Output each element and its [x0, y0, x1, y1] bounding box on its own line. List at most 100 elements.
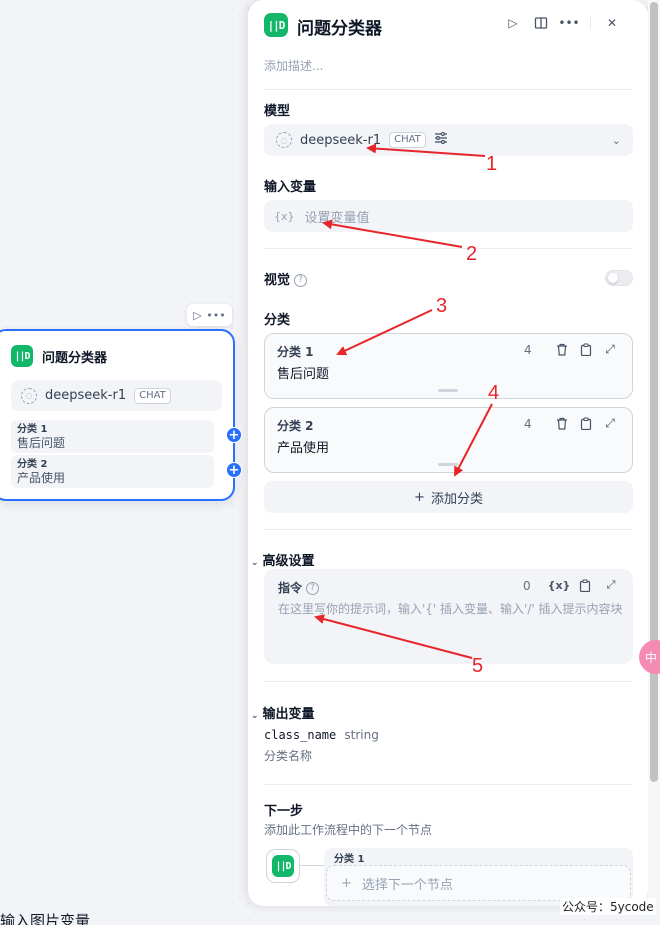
output-vars-toggle[interactable]: ⌄ 输出变量 [251, 703, 315, 722]
advanced-label: 高级设置 [262, 554, 315, 569]
divider [264, 89, 633, 90]
plus-icon: + [414, 489, 425, 505]
copy-icon[interactable] [577, 578, 593, 592]
expand-icon[interactable]: ⤢ [603, 578, 619, 592]
model-label: 模型 [264, 104, 291, 119]
node-class-name: 分类 2 [17, 459, 48, 470]
annotation-number: 3 [436, 295, 448, 317]
divider [264, 784, 633, 785]
add-class-button[interactable]: + 添加分类 [264, 481, 633, 513]
node-class-name: 分类 1 [17, 424, 48, 435]
divider [264, 681, 633, 682]
resize-handle[interactable] [438, 463, 458, 466]
node-class-item: 分类 2 产品使用 [11, 455, 214, 488]
node-class-text: 产品使用 [17, 471, 66, 485]
classifier-icon: ||D [272, 855, 294, 877]
add-class-label: 添加分类 [430, 491, 483, 507]
annotation-number: 5 [472, 655, 484, 677]
close-icon[interactable]: ✕ [605, 16, 619, 30]
classes-label: 分类 [264, 313, 291, 328]
next-class-name: 分类 1 [334, 854, 365, 865]
node-class-text: 售后问题 [17, 436, 66, 450]
more-icon[interactable]: ••• [206, 309, 225, 322]
vision-toggle[interactable] [605, 270, 633, 286]
annotation-number: 4 [488, 382, 500, 404]
model-settings-icon[interactable] [434, 131, 448, 148]
node-settings-panel: ||D 问题分类器 ▷ ••• ✕ 添加描述... 模型 ◌ deepseek-… [248, 0, 648, 906]
next-step-label: 下一步 [264, 804, 304, 819]
vision-label: 视觉? [264, 269, 308, 288]
classifier-icon: ||D [264, 13, 288, 37]
plus-icon: + [341, 875, 352, 891]
node-toolbar: ▷ ••• [187, 304, 232, 326]
node-model-tag: CHAT [134, 387, 171, 404]
next-step-desc: 添加此工作流程中的下一个节点 [264, 823, 433, 837]
instruction-label: 指令? [278, 579, 320, 596]
classifier-node[interactable]: ||D 问题分类器 ◌ deepseek-r1 CHAT 分类 1 售后问题 分… [0, 329, 235, 501]
vision-label-text: 视觉 [264, 273, 291, 288]
class-text[interactable]: 产品使用 [277, 437, 329, 456]
add-next-node-handle[interactable]: + [226, 462, 242, 478]
instruction-editor[interactable]: 指令? 0 {x} ⤢ 在这里写你的提示词，输入'{' 插入变量、输入'/' 插… [264, 569, 633, 664]
select-next-node-button[interactable]: + 选择下一个节点 [326, 865, 631, 901]
copy-icon[interactable] [579, 342, 593, 356]
panel-header-actions: ▷ ••• ✕ [506, 16, 619, 30]
expand-icon[interactable]: ⤢ [603, 416, 617, 430]
insert-variable-icon[interactable]: {x} [548, 578, 571, 592]
variable-icon: {x} [274, 209, 295, 223]
classifier-icon: ||D [11, 345, 33, 367]
current-node-icon: ||D [266, 849, 300, 883]
instruction-tools: {x} ⤢ [548, 578, 619, 592]
instruction-placeholder[interactable]: 在这里写你的提示词，输入'{' 插入变量、输入'/' 插入提示内容块 [278, 600, 623, 617]
trash-icon[interactable] [555, 416, 569, 430]
output-var-row: class_name string [264, 728, 379, 743]
class-tools: ⤢ [555, 342, 617, 356]
chevron-down-icon: ⌄ [251, 558, 259, 568]
node-header: ||D 问题分类器 [11, 345, 107, 367]
output-var-desc: 分类名称 [264, 749, 313, 763]
node-title: 问题分类器 [42, 350, 108, 366]
canvas-text: 输入图片变量 [0, 912, 91, 925]
node-model-chip: ◌ deepseek-r1 CHAT [11, 380, 222, 411]
help-icon[interactable]: ? [294, 274, 308, 287]
description-input[interactable]: 添加描述... [264, 57, 323, 74]
divider [264, 248, 633, 249]
watermark: 公众号：5ycode [560, 898, 656, 915]
class-char-count: 4 [524, 417, 532, 431]
expand-icon[interactable]: ⤢ [603, 342, 617, 356]
output-label: 输出变量 [262, 707, 315, 722]
output-var-type: string [344, 728, 379, 742]
resize-handle[interactable] [438, 389, 458, 392]
class-text[interactable]: 售后问题 [277, 363, 329, 382]
model-icon: ◌ [276, 132, 292, 148]
book-icon[interactable] [534, 16, 548, 30]
more-icon[interactable]: ••• [558, 16, 579, 30]
run-node-icon[interactable]: ▷ [193, 309, 201, 322]
chevron-down-icon: ⌄ [251, 711, 259, 721]
add-next-node-handle[interactable]: + [226, 427, 242, 443]
panel-title[interactable]: 问题分类器 [297, 14, 382, 39]
class-name: 分类 1 [277, 345, 314, 359]
select-next-node-label: 选择下一个节点 [361, 877, 453, 893]
input-var-field[interactable]: {x} 设置变量值 [264, 200, 633, 232]
connector-line [300, 865, 324, 866]
run-icon[interactable]: ▷ [506, 16, 520, 30]
class-card[interactable]: 分类 1 售后问题 4 ⤢ [264, 333, 633, 399]
header-divider [590, 16, 591, 30]
input-var-label: 输入变量 [264, 180, 317, 195]
trash-icon[interactable] [555, 342, 569, 356]
class-name: 分类 2 [277, 419, 314, 433]
input-var-placeholder: 设置变量值 [304, 210, 370, 226]
model-name: deepseek-r1 [300, 132, 382, 148]
chevron-down-icon: ⌄ [611, 133, 621, 147]
help-icon[interactable]: ? [306, 582, 320, 595]
annotation-number: 1 [486, 153, 498, 175]
instruction-char-count: 0 [523, 579, 531, 593]
class-card[interactable]: 分类 2 产品使用 4 ⤢ [264, 407, 633, 473]
node-class-item: 分类 1 售后问题 [11, 420, 214, 453]
class-tools: ⤢ [555, 416, 617, 430]
advanced-settings-toggle[interactable]: ⌄ 高级设置 [251, 550, 315, 569]
copy-icon[interactable] [579, 416, 593, 430]
model-selector[interactable]: ◌ deepseek-r1 CHAT ⌄ [264, 124, 633, 156]
model-icon: ◌ [21, 387, 37, 404]
